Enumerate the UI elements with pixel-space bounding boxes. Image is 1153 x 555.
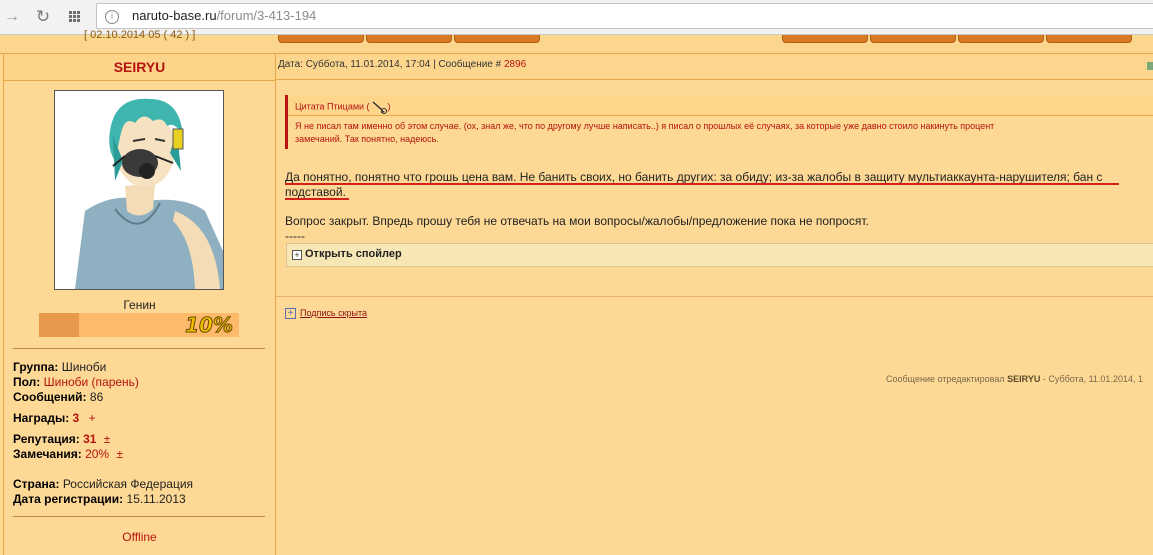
author-username[interactable]: SEIRYU: [4, 54, 275, 81]
post-panel: Дата: Суббота, 11.01.2014, 17:04 | Сообщ…: [276, 54, 1153, 555]
address-bar[interactable]: i naruto-base.ru/forum/3-413-194: [96, 3, 1153, 29]
regdate-label: Дата регистрации:: [13, 492, 124, 506]
reputation-label: Репутация:: [13, 432, 80, 446]
gender-label: Пол:: [13, 375, 41, 389]
quote-author: Цитата Птицами (): [295, 100, 391, 114]
edited-date: - Суббота, 11.01.2014, 1: [1042, 374, 1143, 384]
edited-user[interactable]: SEIRYU: [1007, 374, 1040, 384]
posts-label: Сообщений:: [13, 390, 87, 404]
message-number-link[interactable]: 2896: [504, 59, 526, 70]
quote-text: Я не писал там именно об этом случае. (о…: [295, 120, 1145, 146]
reply-line: Вопрос закрыт. Впредь прошу тебя не отве…: [285, 214, 869, 228]
rank-progress-fill: [39, 313, 79, 337]
signature-toggle-link[interactable]: Подпись скрыта: [300, 308, 367, 318]
avatar-illustration: [75, 98, 223, 289]
quote-title-label: Цитата Птицами (: [295, 101, 370, 112]
post-action-button[interactable]: [870, 35, 956, 43]
quote-header: Цитата Птицами (): [288, 95, 1153, 116]
quote-title-close: ): [387, 101, 391, 112]
spoiler-label[interactable]: Открыть спойлер: [305, 248, 402, 260]
avatar: [54, 90, 224, 290]
reload-icon[interactable]: ↻: [33, 7, 53, 27]
spoiler-toggle[interactable]: + Открыть спойлер: [286, 243, 1153, 267]
group-label: Группа:: [13, 360, 59, 374]
divider: [13, 516, 265, 517]
post-action-button[interactable]: [958, 35, 1044, 43]
url-text[interactable]: naruto-base.ru/forum/3-413-194: [132, 8, 316, 23]
group-row: Группа: Шиноби: [13, 360, 106, 374]
warnings-label: Замечания:: [13, 447, 82, 461]
country-value: Российская Федерация: [62, 477, 194, 491]
edited-note: Сообщение отредактировал SEIRYU - Суббот…: [886, 374, 1143, 384]
awards-row: Награды: 3 +: [13, 411, 96, 425]
add-award-button[interactable]: +: [89, 411, 96, 425]
expand-plus-icon[interactable]: +: [292, 250, 302, 260]
separator-text: -----: [285, 229, 305, 243]
warnings-value[interactable]: 20%: [85, 447, 109, 461]
reply-line: подставой.: [285, 185, 346, 199]
apps-grid-icon[interactable]: [66, 7, 86, 27]
expand-signature-icon[interactable]: +: [285, 308, 296, 319]
change-reputation-button[interactable]: ±: [104, 432, 111, 446]
gender-row: Пол: Шиноби (парень): [13, 375, 139, 389]
gender-value: Шиноби (парень): [43, 375, 139, 389]
quote-block: Цитата Птицами () Я не писал там именно …: [285, 95, 1153, 149]
url-path: /forum/3-413-194: [216, 8, 317, 23]
post-date: Дата: Суббота, 11.01.2014, 17:04 | Сообщ…: [278, 59, 502, 70]
quote-link-arrow-icon[interactable]: [370, 100, 388, 114]
regdate-value: 15.11.2013: [126, 492, 186, 506]
site-info-icon[interactable]: i: [105, 10, 119, 24]
quote-line: Я не писал там именно об этом случае. (о…: [295, 121, 995, 131]
post-action-button[interactable]: [782, 35, 868, 43]
divider: [13, 348, 265, 349]
change-warnings-button[interactable]: ±: [116, 447, 123, 461]
awards-label: Награды:: [13, 411, 70, 425]
red-underline: [285, 198, 349, 200]
group-value: Шиноби: [61, 360, 107, 374]
report-icon[interactable]: [1147, 62, 1153, 70]
url-domain: naruto-base.ru: [132, 8, 217, 23]
rank-percent: 10%: [185, 313, 234, 338]
regdate-row: Дата регистрации: 15.11.2013: [13, 492, 186, 506]
post-action-button[interactable]: [1046, 35, 1132, 43]
post-action-button[interactable]: [454, 35, 540, 43]
post-action-button[interactable]: [366, 35, 452, 43]
post-actions-strip: [ 02.10.2014 05 ( 42 ) ]: [0, 29, 1153, 54]
online-status: Offline: [122, 530, 157, 544]
edited-prefix: Сообщение отредактировал: [886, 374, 1005, 384]
posts-value: 86: [89, 390, 104, 404]
post-action-button[interactable]: [278, 35, 364, 43]
reputation-value[interactable]: 31: [83, 432, 96, 446]
forward-icon[interactable]: →: [2, 7, 22, 27]
warnings-row: Замечания: 20% ±: [13, 447, 123, 461]
rank-progress-bar: 10%: [39, 313, 239, 338]
country-row: Страна: Российская Федерация: [13, 477, 193, 491]
user-rank: Генин: [123, 298, 156, 312]
author-profile-panel: SEIRYU Генин 10% Группа: Шиноби Пол: Шин…: [3, 54, 276, 555]
reputation-row: Репутация: 31 ±: [13, 432, 110, 446]
reply-line: Да понятно, понятно что грошь цена вам. …: [285, 170, 1103, 184]
posts-row: Сообщений: 86: [13, 390, 103, 404]
red-underline: [285, 183, 1119, 185]
post-header: Дата: Суббота, 11.01.2014, 17:04 | Сообщ…: [276, 54, 1153, 80]
quote-line: замечаний. Так понятно, надеюсь.: [295, 134, 439, 144]
previous-post-date: [ 02.10.2014 05 ( 42 ) ]: [84, 29, 196, 41]
post-meta: Дата: Суббота, 11.01.2014, 17:04 | Сообщ…: [278, 59, 526, 70]
signature-divider: [276, 296, 1153, 297]
awards-value[interactable]: 3: [73, 411, 80, 425]
country-label: Страна:: [13, 477, 60, 491]
